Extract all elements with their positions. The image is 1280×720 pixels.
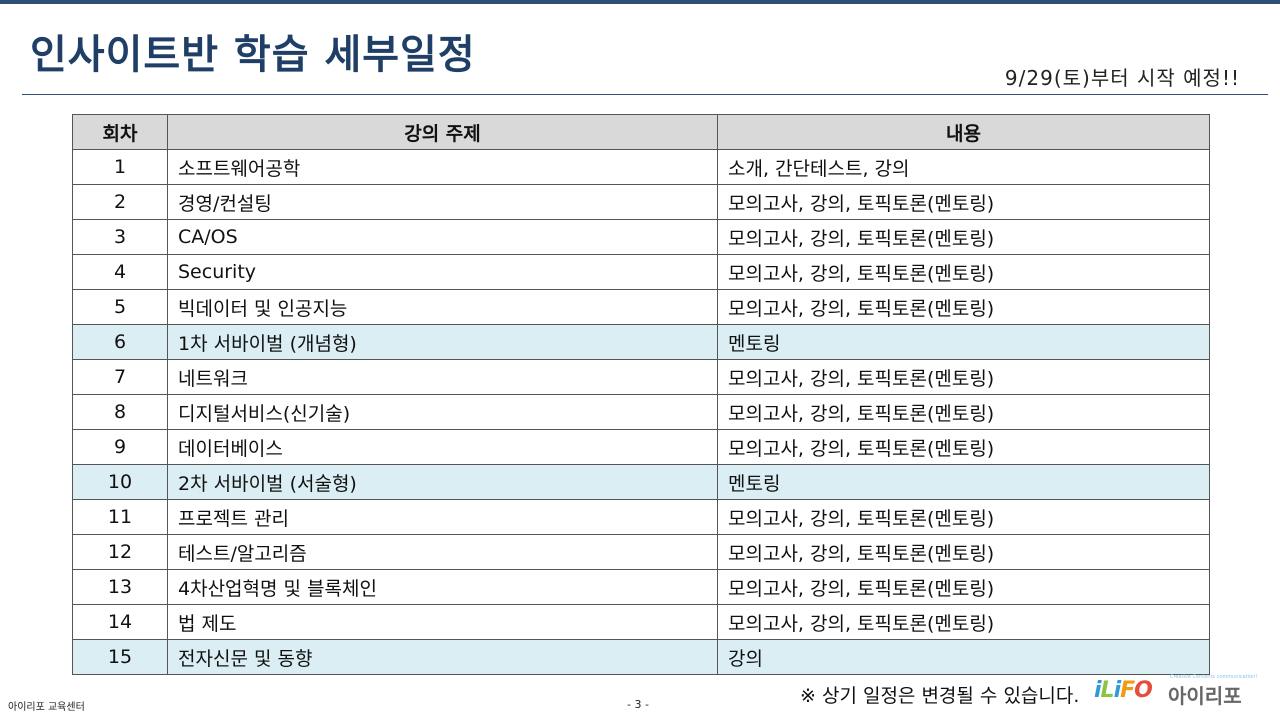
content-cell: 모의고사, 강의, 토픽토론(멘토링) xyxy=(717,604,1210,640)
footer-org: 아이리포 교육센터 xyxy=(8,702,85,713)
session-number-cell: 8 xyxy=(72,394,168,430)
session-number-cell: 6 xyxy=(72,324,168,360)
content-cell: 모의고사, 강의, 토픽토론(멘토링) xyxy=(717,499,1210,535)
top-accent-bar xyxy=(0,0,1280,4)
table-row: 2 경영/컨설팅 모의고사, 강의, 토픽토론(멘토링) xyxy=(72,184,1210,220)
table-row: 4 Security 모의고사, 강의, 토픽토론(멘토링) xyxy=(72,254,1210,290)
content-cell: 멘토링 xyxy=(717,464,1210,500)
content-cell: 모의고사, 강의, 토픽토론(멘토링) xyxy=(717,254,1210,290)
content-cell: 모의고사, 강의, 토픽토론(멘토링) xyxy=(717,289,1210,325)
topic-cell: 경영/컨설팅 xyxy=(167,184,718,220)
content-cell: 모의고사, 강의, 토픽토론(멘토링) xyxy=(717,429,1210,465)
topic-cell: 전자신문 및 동향 xyxy=(167,639,718,675)
content-cell: 소개, 간단테스트, 강의 xyxy=(717,149,1210,185)
content-cell: 모의고사, 강의, 토픽토론(멘토링) xyxy=(717,184,1210,220)
content-cell: 모의고사, 강의, 토픽토론(멘토링) xyxy=(717,534,1210,570)
table-row: 7 네트워크 모의고사, 강의, 토픽토론(멘토링) xyxy=(72,359,1210,395)
content-cell: 모의고사, 강의, 토픽토론(멘토링) xyxy=(717,359,1210,395)
page-title: 인사이트반 학습 세부일정 xyxy=(30,32,476,78)
session-number-cell: 5 xyxy=(72,289,168,325)
page-number: - 3 - xyxy=(627,698,649,711)
session-number-cell: 9 xyxy=(72,429,168,465)
table-row: 5 빅데이터 및 인공지능 모의고사, 강의, 토픽토론(멘토링) xyxy=(72,289,1210,325)
table-row: 6 1차 서바이벌 (개념형) 멘토링 xyxy=(72,324,1210,360)
topic-cell: 2차 서바이벌 (서술형) xyxy=(167,464,718,500)
topic-cell: 소프트웨어공학 xyxy=(167,149,718,185)
start-date-note: 9/29(토)부터 시작 예정!! xyxy=(1004,66,1240,90)
table-row: 3 CA/OS 모의고사, 강의, 토픽토론(멘토링) xyxy=(72,219,1210,255)
table-row: 10 2차 서바이벌 (서술형) 멘토링 xyxy=(72,464,1210,500)
topic-cell: 빅데이터 및 인공지능 xyxy=(167,289,718,325)
topic-cell: 디지털서비스(신기술) xyxy=(167,394,718,430)
table-row: 1 소프트웨어공학 소개, 간단테스트, 강의 xyxy=(72,149,1210,185)
content-cell: 멘토링 xyxy=(717,324,1210,360)
schedule-table: 회차 강의 주제 내용 1 소프트웨어공학 소개, 간단테스트, 강의 2 경영/컨설팅… xyxy=(72,114,1210,675)
column-header-content: 내용 xyxy=(717,114,1210,150)
session-number-cell: 14 xyxy=(72,604,168,640)
content-cell: 모의고사, 강의, 토픽토론(멘토링) xyxy=(717,569,1210,605)
table-row: 11 프로젝트 관리 모의고사, 강의, 토픽토론(멘토링) xyxy=(72,499,1210,535)
session-number-cell: 7 xyxy=(72,359,168,395)
topic-cell: CA/OS xyxy=(167,219,718,255)
change-notice: ※ 상기 일정은 변경될 수 있습니다. xyxy=(800,685,1080,707)
session-number-cell: 10 xyxy=(72,464,168,500)
topic-cell: 4차산업혁명 및 블록체인 xyxy=(167,569,718,605)
content-cell: 모의고사, 강의, 토픽토론(멘토링) xyxy=(717,394,1210,430)
session-number-cell: 11 xyxy=(72,499,168,535)
brand-logo: Creative Contents communication! iLiFO 아… xyxy=(1094,674,1264,708)
topic-cell: 법 제도 xyxy=(167,604,718,640)
schedule-table-body: 1 소프트웨어공학 소개, 간단테스트, 강의 2 경영/컨설팅 모의고사, 강의, 토픽… xyxy=(72,149,1210,675)
topic-cell: 네트워크 xyxy=(167,359,718,395)
topic-cell: 테스트/알고리즘 xyxy=(167,534,718,570)
table-row: 13 4차산업혁명 및 블록체인 모의고사, 강의, 토픽토론(멘토링) xyxy=(72,569,1210,605)
content-cell: 모의고사, 강의, 토픽토론(멘토링) xyxy=(717,219,1210,255)
table-row: 9 데이터베이스 모의고사, 강의, 토픽토론(멘토링) xyxy=(72,429,1210,465)
session-number-cell: 12 xyxy=(72,534,168,570)
session-number-cell: 3 xyxy=(72,219,168,255)
table-row: 14 법 제도 모의고사, 강의, 토픽토론(멘토링) xyxy=(72,604,1210,640)
column-header-session: 회차 xyxy=(72,114,168,150)
session-number-cell: 1 xyxy=(72,149,168,185)
session-number-cell: 2 xyxy=(72,184,168,220)
session-number-cell: 15 xyxy=(72,639,168,675)
table-row: 8 디지털서비스(신기술) 모의고사, 강의, 토픽토론(멘토링) xyxy=(72,394,1210,430)
column-header-topic: 강의 주제 xyxy=(167,114,718,150)
topic-cell: 1차 서바이벌 (개념형) xyxy=(167,324,718,360)
table-row: 15 전자신문 및 동향 강의 xyxy=(72,639,1210,675)
topic-cell: Security xyxy=(167,254,718,290)
session-number-cell: 4 xyxy=(72,254,168,290)
topic-cell: 데이터베이스 xyxy=(167,429,718,465)
table-header-row: 회차 강의 주제 내용 xyxy=(72,114,1210,150)
session-number-cell: 13 xyxy=(72,569,168,605)
logo-wordmark: iLiFO xyxy=(1094,678,1153,703)
logo-korean-name: 아이리포 xyxy=(1168,684,1242,708)
content-cell: 강의 xyxy=(717,639,1210,675)
topic-cell: 프로젝트 관리 xyxy=(167,499,718,535)
title-divider xyxy=(22,94,1268,95)
table-row: 12 테스트/알고리즘 모의고사, 강의, 토픽토론(멘토링) xyxy=(72,534,1210,570)
